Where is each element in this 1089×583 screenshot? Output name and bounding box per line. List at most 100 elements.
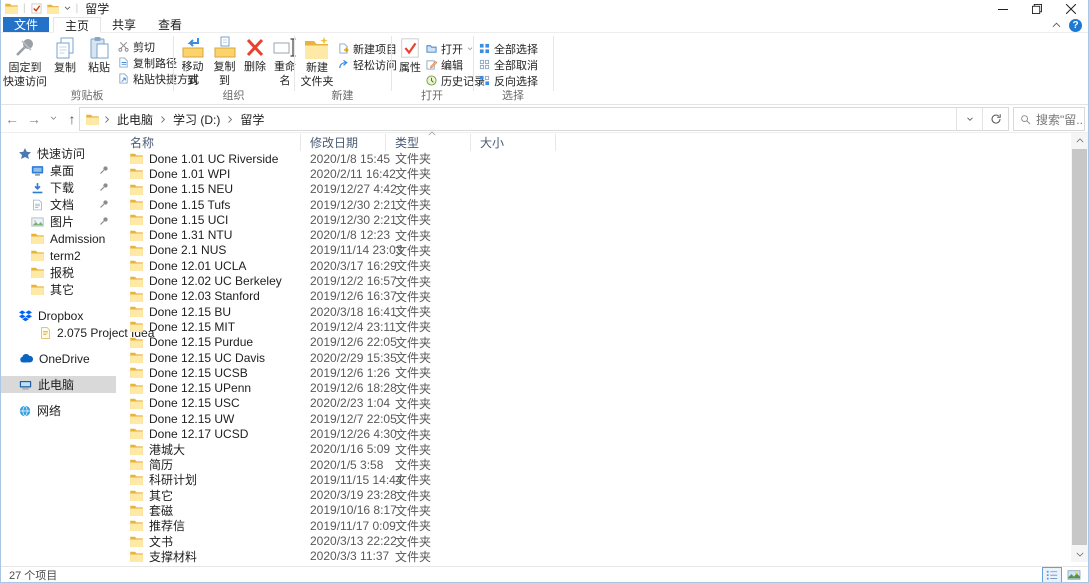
table-row[interactable]: Done 1.15 NEU 2019/12/27 4:42 文件夹: [116, 182, 1088, 197]
sidebar-item-onedrive[interactable]: OneDrive: [1, 350, 116, 367]
maximize-button[interactable]: [1020, 0, 1054, 17]
cut-button[interactable]: 剪切: [118, 39, 155, 54]
copy-icon: [53, 36, 77, 60]
back-icon[interactable]: ←: [1, 111, 23, 127]
table-row[interactable]: 科研计划 2019/11/15 14:44 文件夹: [116, 472, 1088, 487]
table-row[interactable]: Done 1.15 Tufs 2019/12/30 2:21 文件夹: [116, 197, 1088, 212]
table-row[interactable]: Done 12.15 UC Davis 2020/2/29 15:35 文件夹: [116, 350, 1088, 365]
tab-file[interactable]: 文件: [3, 17, 49, 32]
sidebar-item-tax[interactable]: 报税: [1, 264, 116, 281]
scrollbar-thumb[interactable]: [1072, 149, 1087, 545]
open-button[interactable]: 打开: [426, 41, 473, 56]
breadcrumb-this-pc[interactable]: 此电脑: [115, 111, 155, 128]
file-date: 2019/12/4 23:11: [301, 320, 386, 334]
ribbon-collapse-icon[interactable]: [1052, 22, 1061, 28]
forward-icon[interactable]: →: [23, 111, 45, 127]
table-row[interactable]: 简历 2020/1/5 3:58 文件夹: [116, 457, 1088, 472]
sidebar-item-network[interactable]: 网络: [1, 402, 116, 419]
table-row[interactable]: Done 12.02 UC Berkeley 2019/12/2 16:57 文…: [116, 273, 1088, 288]
folder-icon: [31, 267, 44, 278]
column-header-size[interactable]: 大小: [471, 134, 556, 151]
table-row[interactable]: 支撑材料 2020/3/3 11:37 文件夹: [116, 549, 1088, 564]
table-row[interactable]: 港城大 2020/1/16 5:09 文件夹: [116, 442, 1088, 457]
table-row[interactable]: 其它 2020/3/19 23:28 文件夹: [116, 488, 1088, 503]
sidebar-item-desktop[interactable]: 桌面: [1, 162, 116, 179]
sidebar-item-project-idea[interactable]: 2.075 Project Idea: [1, 324, 116, 341]
sidebar-item-label: 报税: [50, 264, 74, 281]
chevron-right-icon[interactable]: [160, 115, 166, 124]
sidebar-item-pictures[interactable]: 图片: [1, 213, 116, 230]
file-name: Done 12.02 UC Berkeley: [149, 274, 282, 288]
history-button[interactable]: 历史记录: [426, 73, 485, 88]
chevron-right-icon[interactable]: [227, 115, 233, 124]
tab-home[interactable]: 主页: [53, 17, 101, 33]
pin-icon: [99, 165, 109, 175]
table-row[interactable]: Done 12.17 UCSD 2019/12/26 4:30 文件夹: [116, 426, 1088, 441]
folder-icon: [130, 383, 143, 394]
column-header-name[interactable]: 名称: [116, 134, 301, 151]
table-row[interactable]: Done 12.01 UCLA 2020/3/17 16:29 文件夹: [116, 258, 1088, 273]
new-folder-label-1: 新建: [306, 62, 328, 74]
file-date: 2020/3/17 16:29: [301, 259, 386, 273]
file-date: 2020/2/11 16:42: [301, 167, 386, 181]
tab-share[interactable]: 共享: [101, 17, 147, 32]
sidebar-item-documents[interactable]: 文档: [1, 196, 116, 213]
sidebar-item-this-pc[interactable]: 此电脑: [1, 376, 116, 393]
breadcrumb[interactable]: 此电脑 学习 (D:) 留学: [79, 107, 1009, 131]
group-label-organize: 组织: [173, 87, 294, 103]
qat-dropdown-icon[interactable]: [64, 6, 71, 11]
edit-button[interactable]: 编辑: [426, 57, 463, 72]
close-button[interactable]: [1054, 0, 1088, 17]
file-date: 2019/12/6 16:37: [301, 289, 386, 303]
table-row[interactable]: 文书 2020/3/13 22:22 文件夹: [116, 533, 1088, 548]
table-row[interactable]: Done 1.01 WPI 2020/2/11 16:42 文件夹: [116, 166, 1088, 181]
details-view-button[interactable]: [1042, 567, 1062, 583]
select-all-button[interactable]: 全部选择: [479, 41, 538, 56]
new-folder-qat-icon[interactable]: [47, 4, 59, 14]
refresh-icon[interactable]: [982, 108, 1008, 130]
minimize-button[interactable]: [986, 0, 1020, 17]
sidebar-item-other[interactable]: 其它: [1, 281, 116, 298]
breadcrumb-drive-d[interactable]: 学习 (D:): [171, 111, 222, 128]
chevron-right-icon[interactable]: [104, 115, 110, 124]
invert-selection-button[interactable]: 反向选择: [479, 73, 538, 88]
sidebar-item-label: 下载: [50, 179, 74, 196]
table-row[interactable]: Done 2.1 NUS 2019/11/14 23:03 文件夹: [116, 243, 1088, 258]
table-row[interactable]: Done 12.15 BU 2020/3/18 16:41 文件夹: [116, 304, 1088, 319]
thumbnail-view-button[interactable]: [1064, 567, 1084, 583]
sidebar-item-quick-access[interactable]: 快速访问: [1, 145, 116, 162]
folder-icon: [31, 233, 44, 244]
table-row[interactable]: 套磁 2019/10/16 8:17 文件夹: [116, 503, 1088, 518]
table-row[interactable]: Done 12.15 MIT 2019/12/4 23:11 文件夹: [116, 319, 1088, 334]
tab-view[interactable]: 查看: [147, 17, 193, 32]
table-row[interactable]: Done 12.15 UCSB 2019/12/6 1:26 文件夹: [116, 365, 1088, 380]
help-icon[interactable]: ?: [1069, 19, 1082, 32]
copy-path-button[interactable]: 复制路径: [118, 55, 177, 70]
table-row[interactable]: Done 12.03 Stanford 2019/12/6 16:37 文件夹: [116, 289, 1088, 304]
table-row[interactable]: Done 12.15 UPenn 2019/12/6 18:28 文件夹: [116, 380, 1088, 395]
scrollbar-up-icon[interactable]: [1071, 133, 1088, 148]
table-row[interactable]: 推荐信 2019/11/17 0:09 文件夹: [116, 518, 1088, 533]
ribbon-separator: [553, 36, 554, 91]
table-row[interactable]: Done 1.31 NTU 2020/1/8 12:23 文件夹: [116, 227, 1088, 242]
table-row[interactable]: Done 12.15 UW 2019/12/7 22:05 文件夹: [116, 411, 1088, 426]
scrollbar-down-icon[interactable]: [1071, 547, 1088, 562]
recent-locations-icon[interactable]: [45, 116, 61, 121]
sidebar-item-label: Admission: [50, 232, 105, 246]
address-dropdown-icon[interactable]: [956, 108, 982, 130]
table-row[interactable]: Done 1.01 UC Riverside 2020/1/8 15:45 文件…: [116, 151, 1088, 166]
sidebar-item-dropbox[interactable]: Dropbox: [1, 307, 116, 324]
breadcrumb-current-folder[interactable]: 留学: [238, 111, 266, 128]
properties-qat-icon[interactable]: [31, 3, 42, 14]
sidebar-item-downloads[interactable]: 下载: [1, 179, 116, 196]
sidebar-item-admission[interactable]: Admission: [1, 230, 116, 247]
column-header-date[interactable]: 修改日期: [301, 134, 386, 151]
table-row[interactable]: Done 12.15 Purdue 2019/12/6 22:05 文件夹: [116, 335, 1088, 350]
table-row[interactable]: Done 12.15 USC 2020/2/23 1:04 文件夹: [116, 396, 1088, 411]
select-none-button[interactable]: 全部取消: [479, 57, 538, 72]
column-header-type[interactable]: 类型: [386, 134, 471, 151]
table-row[interactable]: Done 1.15 UCI 2019/12/30 2:21 文件夹: [116, 212, 1088, 227]
search-input[interactable]: 搜索"留...: [1013, 107, 1085, 131]
vertical-scrollbar: [1071, 133, 1088, 562]
sidebar-item-term2[interactable]: term2: [1, 247, 116, 264]
